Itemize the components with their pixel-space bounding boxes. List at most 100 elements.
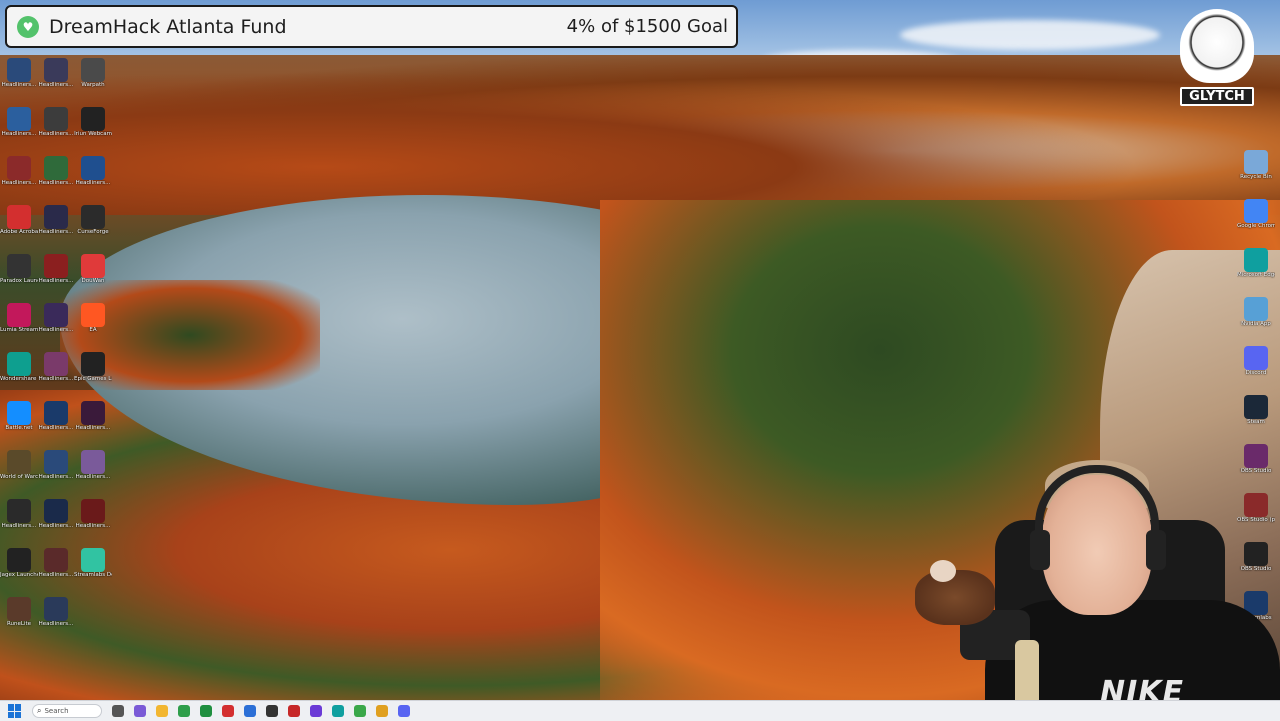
app-icon — [44, 499, 68, 523]
desktop-icon[interactable]: CurseForge — [74, 205, 112, 236]
desktop-icon[interactable]: Headliners... — [37, 58, 75, 89]
desktop-icon-label: RuneLite — [6, 621, 32, 627]
app-icon — [44, 254, 68, 278]
app-icon — [1244, 346, 1268, 370]
taskbar-search[interactable]: ⌕ Search — [32, 704, 102, 718]
desktop-icon-label: Headliners... — [38, 229, 74, 235]
desktop-icon[interactable]: Jagex Launcher — [0, 548, 38, 579]
desktop-icon[interactable]: EA — [74, 303, 112, 334]
desktop-icon[interactable]: Recycle Bin — [1237, 150, 1275, 181]
app-icon — [81, 499, 105, 523]
desktop-icon[interactable]: Headliners... — [37, 107, 75, 138]
desktop-icon[interactable]: World of Warcraft — [0, 450, 38, 481]
desktop-icon[interactable]: Headliners... — [37, 401, 75, 432]
desktop-icon-label: Paradox Launcher v2 — [0, 278, 38, 284]
desktop-icon[interactable]: Headliners... — [0, 58, 38, 89]
desktop-icon[interactable]: Streamlabs Desktop — [74, 548, 112, 579]
desktop-icon[interactable]: Microsoft Edge — [1237, 248, 1275, 279]
desktop-icon-label: Headliners... — [75, 474, 111, 480]
desktop-icon[interactable]: Headliners... — [74, 499, 112, 530]
desktop-icon-label: Adobe Acrobat — [0, 229, 38, 235]
desktop-icon[interactable]: Headliners... — [37, 254, 75, 285]
cloud — [900, 20, 1160, 50]
app-icon-blue[interactable] — [244, 705, 256, 717]
fox-mascot-icon — [1180, 9, 1254, 83]
desktop-icon-label: DouWan — [81, 278, 105, 284]
pen-icon[interactable] — [112, 705, 124, 717]
desktop-icon[interactable]: Iriun Webcam — [74, 107, 112, 138]
app-icon-dark[interactable] — [266, 705, 278, 717]
desktop-icon[interactable]: DouWan — [74, 254, 112, 285]
desktop-icon-label: World of Warcraft — [0, 474, 38, 480]
windows-start-icon[interactable] — [8, 704, 22, 718]
app-icon — [7, 254, 31, 278]
desktop-icon[interactable]: Nvidia App — [1237, 297, 1275, 328]
desktop-icon[interactable]: Headliners... — [37, 450, 75, 481]
copilot-icon[interactable] — [134, 705, 146, 717]
desktop-icon[interactable]: Discord — [1237, 346, 1275, 377]
desktop-icon[interactable]: Headliners... — [37, 205, 75, 236]
app-icon — [44, 107, 68, 131]
desktop-icon-label: CurseForge — [77, 229, 109, 235]
desktop-icon[interactable]: Battle.net — [0, 401, 38, 432]
desktop-icon[interactable]: Epic Games Launcher — [74, 352, 112, 383]
heart-icon: ♥ — [17, 15, 39, 38]
desktop-icon[interactable]: Headliners... — [37, 548, 75, 579]
app-icon-green[interactable] — [178, 705, 190, 717]
desktop-icon[interactable]: Headliners... — [37, 352, 75, 383]
app-icon — [44, 548, 68, 572]
desktop-icon[interactable]: Steam — [1237, 395, 1275, 426]
app-icon — [7, 205, 31, 229]
desktop-icon-label: Headliners... — [38, 572, 74, 578]
file-explorer-icon[interactable] — [156, 705, 168, 717]
desktop-icon[interactable]: RuneLite — [0, 597, 38, 628]
discord-icon[interactable] — [398, 705, 410, 717]
desktop-icon[interactable]: Lumia Stream — [0, 303, 38, 334]
app-icon-red[interactable] — [222, 705, 234, 717]
desktop-icon[interactable]: Adobe Acrobat — [0, 205, 38, 236]
desktop-icon[interactable]: Headliners... — [37, 499, 75, 530]
app-icon — [1244, 199, 1268, 223]
desktop-icon[interactable]: Headliners... — [0, 499, 38, 530]
desktop-icon[interactable]: Wondershare Filmora 14 — [0, 352, 38, 383]
logo-text: GLYTCH — [1180, 87, 1254, 106]
desktop-icon-label: Iriun Webcam — [74, 131, 112, 137]
desktop-icon[interactable]: Headliners... — [37, 303, 75, 334]
desktop-icon-label: Headliners... — [75, 523, 111, 529]
app-icon — [44, 401, 68, 425]
app-icon — [81, 303, 105, 327]
desktop-icon[interactable]: Headliners... — [74, 401, 112, 432]
app-icon — [44, 205, 68, 229]
goal-title: DreamHack Atlanta Fund — [49, 15, 287, 38]
app-icon — [81, 107, 105, 131]
headset-earcup — [1146, 530, 1166, 570]
desktop-icon-label: Headliners... — [38, 180, 74, 186]
search-placeholder: Search — [44, 707, 69, 715]
search-icon: ⌕ — [37, 706, 42, 715]
app-icon-green-2[interactable] — [200, 705, 212, 717]
desktop-icon-label: Headliners... — [38, 621, 74, 627]
app-icon — [7, 107, 31, 131]
desktop-icon-label: Lumia Stream — [0, 327, 38, 333]
desktop-icon[interactable]: Headliners... — [0, 156, 38, 187]
desktop-icon[interactable]: Headliners... — [37, 597, 75, 628]
app-icon-purple[interactable] — [310, 705, 322, 717]
microphone — [1015, 640, 1039, 700]
app-icon-edge[interactable] — [332, 705, 344, 717]
app-icon — [7, 450, 31, 474]
webcam-overlay: NIKE — [900, 440, 1280, 700]
app-icon — [7, 499, 31, 523]
desktop-icon[interactable]: Warpath — [74, 58, 112, 89]
plush-face — [930, 560, 956, 582]
desktop-icon[interactable]: Paradox Launcher v2 — [0, 254, 38, 285]
desktop-icon-label: Headliners... — [38, 523, 74, 529]
chrome-icon[interactable] — [376, 705, 388, 717]
desktop-icon-label: Headliners... — [38, 82, 74, 88]
desktop-icon[interactable]: Headliners... — [0, 107, 38, 138]
desktop-icon[interactable]: Headliners... — [74, 156, 112, 187]
desktop-icon[interactable]: Headliners... — [74, 450, 112, 481]
desktop-icon[interactable]: Google Chrome — [1237, 199, 1275, 230]
app-icon-green-3[interactable] — [354, 705, 366, 717]
desktop-icon[interactable]: Headliners... — [37, 156, 75, 187]
app-icon-red-2[interactable] — [288, 705, 300, 717]
